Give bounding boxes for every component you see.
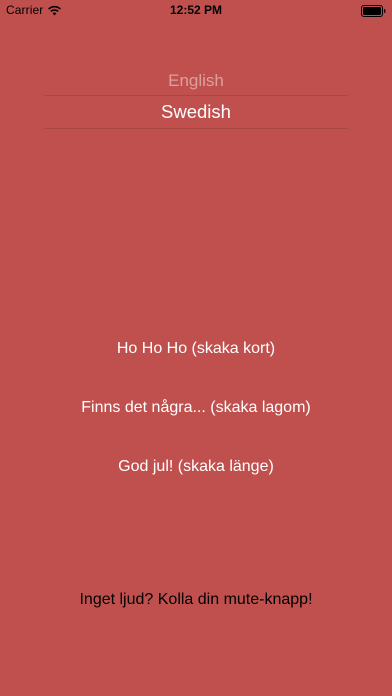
sound-button-long-shake[interactable]: God jul! (skaka länge) bbox=[0, 458, 392, 476]
language-option-english[interactable]: English bbox=[44, 71, 348, 91]
status-bar: Carrier 12:52 PM bbox=[0, 0, 392, 22]
mute-hint: Inget ljud? Kolla din mute-knapp! bbox=[79, 591, 313, 608]
language-picker[interactable]: English Swedish bbox=[44, 66, 348, 130]
picker-divider-bottom bbox=[44, 128, 348, 129]
status-time: 12:52 PM bbox=[169, 3, 223, 17]
language-option-swedish[interactable]: Swedish bbox=[44, 101, 348, 123]
sound-button-medium-shake[interactable]: Finns det några... (skaka lagom) bbox=[0, 399, 392, 417]
picker-divider-top bbox=[44, 95, 348, 96]
battery-icon bbox=[361, 5, 386, 17]
sound-button-short-shake[interactable]: Ho Ho Ho (skaka kort) bbox=[0, 340, 392, 358]
